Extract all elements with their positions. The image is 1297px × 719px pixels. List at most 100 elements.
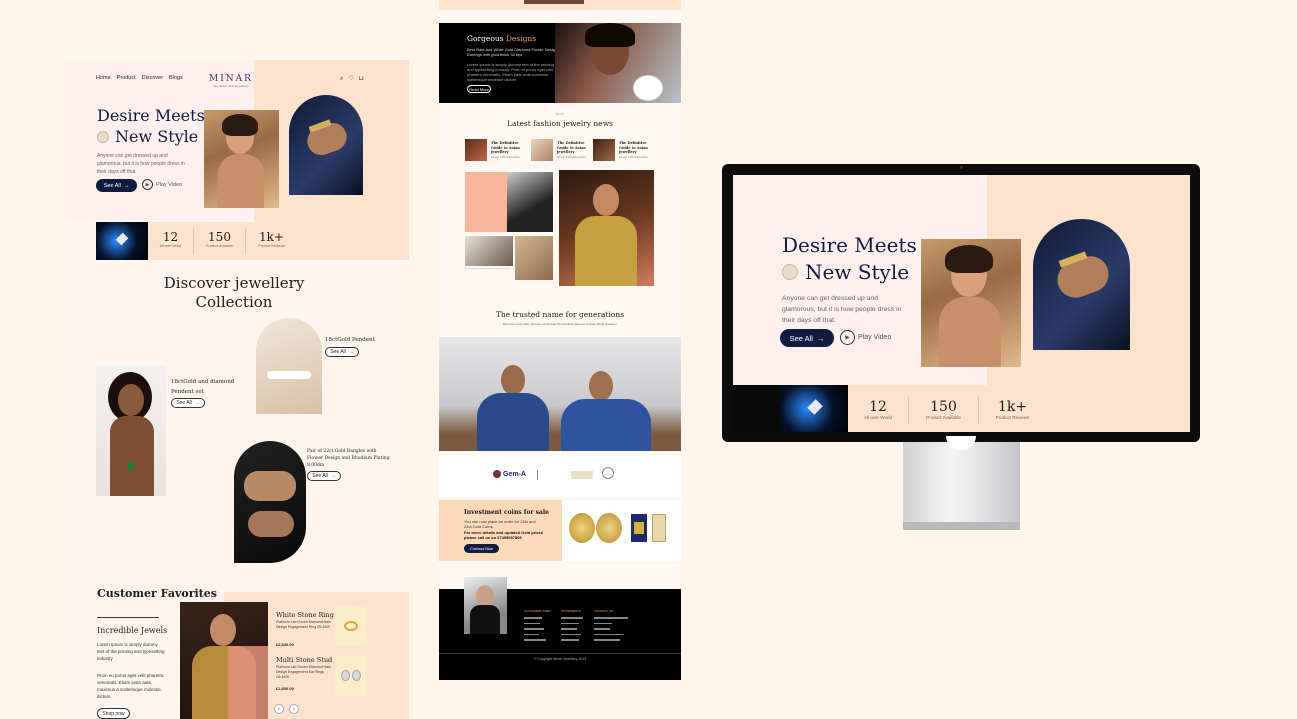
monitor-camera	[960, 166, 963, 169]
footer-link[interactable]	[524, 628, 544, 630]
news-kicker: BLOG	[555, 112, 565, 116]
play-video-label: Play Video	[858, 334, 892, 341]
footer-contact-line[interactable]	[594, 622, 612, 624]
footer-link[interactable]	[561, 639, 579, 641]
gem-a-text: Gem-A	[503, 470, 526, 478]
blog-photo-woman-black[interactable]	[507, 172, 553, 232]
monitor-hero-hand-photo	[1033, 219, 1130, 350]
contact-now-button[interactable]: Contact Now	[464, 544, 499, 553]
monitor-play-video-button[interactable]: ▶ Play Video	[840, 330, 891, 345]
coins-text-2: For more details and updated Gold prices…	[464, 530, 544, 540]
partner-logo-2	[537, 470, 561, 480]
bracelet-photo	[256, 318, 322, 414]
chevron-left-icon: ‹	[277, 705, 281, 713]
play-icon: ▶	[142, 179, 153, 190]
carousel-prev-button[interactable]: ‹	[274, 704, 284, 714]
blog-photo-shop[interactable]	[465, 236, 513, 266]
news-item-title: The Definitive Guide to Asian jewellery	[491, 141, 520, 154]
stat-2: 150 Product Available	[908, 397, 978, 424]
logo-text: MINAR	[209, 74, 253, 84]
nav-home[interactable]: Home	[96, 75, 111, 81]
footer-contact-line[interactable]	[594, 628, 610, 630]
blog-card-peach[interactable]	[465, 172, 513, 232]
necklace-woman-photo	[96, 366, 166, 496]
stat-3: 1k+ Product Reviews	[978, 397, 1046, 424]
stat-label: Product Reviews	[995, 415, 1030, 420]
top-nav: Home Product Discover Blogs	[96, 75, 183, 81]
stat-3: 1k+ Product Reviews	[245, 228, 297, 254]
incredible-text-1: Lorem Ipsum is simply dummy text of the …	[97, 642, 165, 661]
stat-value: 1k+	[997, 399, 1028, 415]
footer-link[interactable]	[561, 633, 581, 635]
footer-copyright: © Copyright Minar Jewellery 2023	[533, 657, 587, 661]
monitor-hero-text: Anyone can get dressed up and glamorous,…	[782, 295, 902, 324]
news-thumb	[531, 139, 553, 161]
footer-link[interactable]	[561, 622, 579, 624]
hero-title-2: New Style	[115, 127, 199, 146]
footer-contact-line[interactable]	[594, 617, 628, 619]
product3-see-all-button[interactable]: See All →	[307, 471, 341, 481]
trusted-subtitle: Discover more offer, discover more than …	[503, 322, 617, 326]
stat-1: 12 All over World	[848, 385, 908, 432]
footer-contact-line	[594, 639, 620, 641]
search-icon[interactable]: ⌕	[340, 75, 343, 83]
see-all-label: See All	[312, 473, 328, 479]
favorites-woman-photo	[180, 602, 268, 719]
heart-icon[interactable]: ♡	[348, 75, 353, 83]
read-more-button[interactable]: Read More	[467, 85, 491, 93]
carousel-next-button[interactable]: ›	[289, 704, 299, 714]
hero-woman-photo	[204, 110, 279, 208]
footer-link[interactable]	[561, 628, 577, 630]
discover-title-1: Discover jewellery	[163, 274, 305, 292]
blog-photo-woman-gold[interactable]	[559, 170, 654, 286]
gorgeous-title-1: Gorgeous	[467, 34, 506, 43]
cart-icon[interactable]: ⊔	[359, 75, 364, 83]
footer-link[interactable]	[561, 617, 583, 619]
ring-icon	[782, 264, 798, 280]
footer-link[interactable]	[524, 617, 542, 619]
gorgeous-title: Gorgeous Designs	[467, 34, 536, 43]
news-item-3[interactable]: The Definitive Guide to Asian jewellery …	[593, 139, 657, 161]
stat-value: 150	[930, 399, 957, 415]
footer-link[interactable]	[524, 622, 540, 624]
chevron-right-icon: ›	[292, 705, 296, 713]
footer-link[interactable]	[524, 633, 539, 635]
monitor-stand-base	[903, 522, 1020, 530]
shop-now-label: Shop now	[102, 710, 125, 717]
monitor-see-all-button[interactable]: See All →	[780, 329, 834, 347]
see-all-label: See All	[176, 400, 192, 406]
footer-link[interactable]	[524, 639, 546, 641]
shop-now-button[interactable]: Shop now	[97, 708, 130, 719]
nav-discover[interactable]: Discover	[142, 75, 163, 81]
product2-see-all-button[interactable]: See All →	[171, 398, 205, 408]
footer-divider	[439, 653, 681, 654]
gorgeous-woman-photo	[555, 23, 681, 103]
stat-label: All over World	[159, 244, 182, 248]
stat-value: 12	[869, 399, 887, 415]
incredible-text-2: Proin eu purus eget velit pharetra venen…	[97, 673, 164, 699]
play-icon: ▶	[840, 330, 855, 345]
stat-value: 150	[208, 230, 231, 244]
read-more-label: Read More	[469, 86, 489, 92]
discover-title-2: Collection	[195, 293, 273, 311]
news-item-2[interactable]: The Definitive Guide to Asian jewellery …	[531, 139, 595, 161]
nav-blogs[interactable]: Blogs	[169, 75, 183, 81]
blog-caption-1	[465, 268, 511, 276]
see-all-button[interactable]: See All →	[96, 179, 137, 192]
footer-col-contact: CONTACT US	[594, 609, 654, 641]
news-item-1[interactable]: The Definitive Guide to Asian jewellery …	[465, 139, 529, 161]
contact-now-label: Contact Now	[470, 546, 493, 551]
coins-title: Investment coins for sale	[464, 509, 549, 516]
ring-photo	[335, 607, 367, 645]
footer-col-title: CONTACT US	[594, 609, 614, 613]
logo[interactable]: MINAR We deliver desired jewelry	[209, 74, 253, 88]
stud-desc: Platinum Lab Grown Diamond Halo Design E…	[276, 665, 331, 679]
product2-title-1: 18ctGold and diamond	[171, 379, 235, 385]
product1-see-all-button[interactable]: See All →	[325, 347, 359, 357]
nav-product[interactable]: Product	[117, 75, 136, 81]
stats-necklace-photo	[96, 222, 148, 260]
gorgeous-title-2: Designs	[505, 34, 537, 43]
product2-title: 18ctGold and diamond Pendent set	[171, 377, 234, 397]
blog-photo-hand[interactable]	[515, 236, 553, 280]
play-video-button[interactable]: ▶ Play Video	[142, 179, 182, 190]
